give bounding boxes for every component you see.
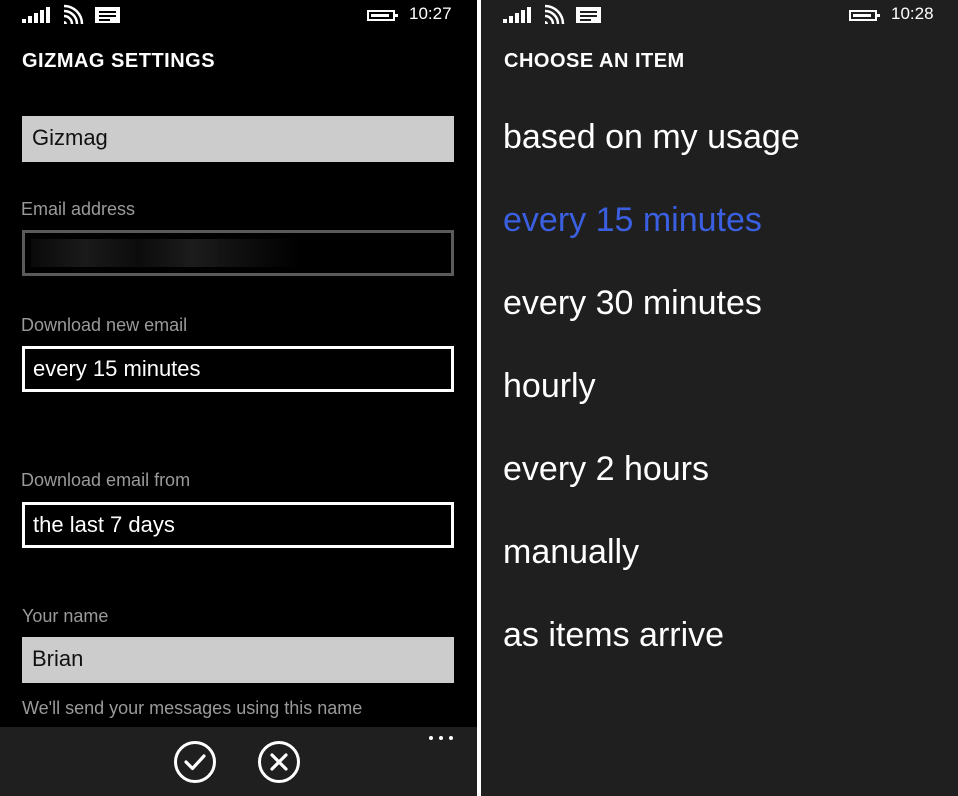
redacted-email <box>31 239 301 267</box>
option-hourly[interactable]: hourly <box>503 367 596 406</box>
message-icon <box>576 7 601 23</box>
email-field[interactable] <box>22 230 454 276</box>
cancel-button[interactable] <box>258 741 300 783</box>
accept-button[interactable] <box>174 741 216 783</box>
status-bar: 10:27 <box>0 0 477 30</box>
checkmark-icon <box>184 754 206 771</box>
option-manually[interactable]: manually <box>503 533 639 572</box>
signal-strength-icon <box>22 7 50 23</box>
status-time: 10:28 <box>891 4 934 23</box>
option-every-2-hours[interactable]: every 2 hours <box>503 450 709 489</box>
app-bar <box>0 727 477 796</box>
more-button[interactable] <box>429 736 455 742</box>
wifi-icon <box>544 4 565 25</box>
close-icon <box>270 753 288 771</box>
download-new-picker[interactable]: every 15 minutes <box>22 346 454 392</box>
your-name-label: Your name <box>22 606 109 626</box>
picker-title: CHOOSE AN ITEM <box>504 50 685 72</box>
option-every-15-minutes[interactable]: every 15 minutes <box>503 201 762 240</box>
status-bar: 10:28 <box>481 0 958 30</box>
your-name-field[interactable]: Brian <box>22 637 454 683</box>
option-as-items-arrive[interactable]: as items arrive <box>503 616 724 655</box>
option-based-on-usage[interactable]: based on my usage <box>503 118 800 157</box>
option-every-30-minutes[interactable]: every 30 minutes <box>503 284 762 323</box>
account-name-field[interactable]: Gizmag <box>22 116 454 162</box>
signal-strength-icon <box>503 7 531 23</box>
battery-icon <box>367 10 398 21</box>
page-title: GIZMAG SETTINGS <box>22 50 216 72</box>
download-from-label: Download email from <box>21 470 191 490</box>
wifi-icon <box>63 4 84 25</box>
message-icon <box>95 7 120 23</box>
email-label: Email address <box>21 199 136 219</box>
status-time: 10:27 <box>409 4 452 23</box>
download-from-picker[interactable]: the last 7 days <box>22 502 454 548</box>
battery-icon <box>849 10 880 21</box>
download-new-label: Download new email <box>21 315 188 335</box>
settings-screen: 10:27 GIZMAG SETTINGS Gizmag Email addre… <box>0 0 477 796</box>
your-name-hint: We'll send your messages using this name <box>22 698 363 718</box>
